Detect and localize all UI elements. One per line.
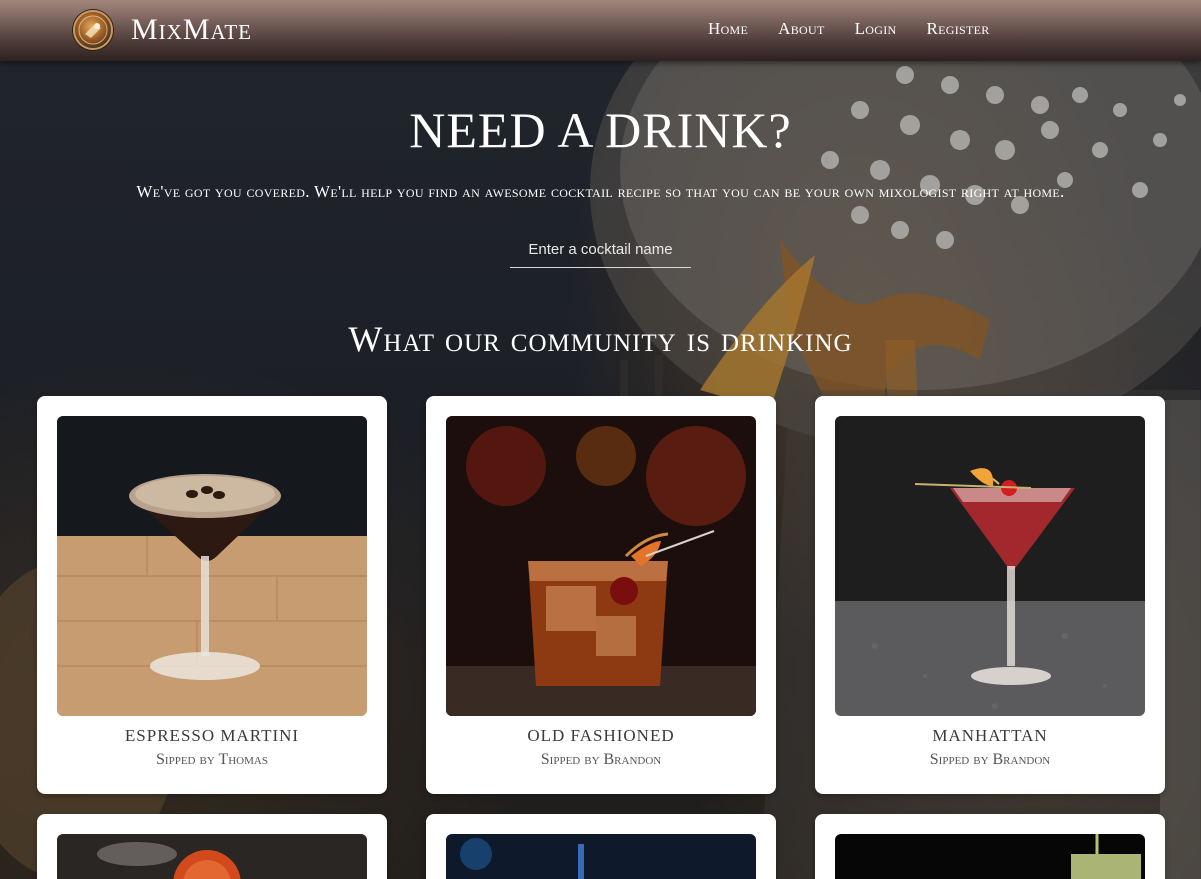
cocktail-card[interactable] (815, 814, 1165, 879)
navbar: MixMate Home About Login Register (0, 0, 1201, 61)
nav-about-link[interactable]: About (778, 19, 824, 39)
brand-name: MixMate (131, 13, 253, 46)
cocktail-card[interactable] (426, 814, 776, 879)
cocktail-photo (835, 834, 1145, 879)
cocktail-photo (446, 834, 756, 879)
cocktail-card-manhattan[interactable]: MANHATTAN Sipped by Brandon (815, 396, 1165, 794)
nav-register-link[interactable]: Register (927, 19, 990, 39)
nav-login-link[interactable]: Login (855, 19, 897, 39)
cocktail-logo-icon (73, 10, 113, 50)
nav-links: Home About Login Register (708, 19, 1020, 39)
cocktail-name: OLD FASHIONED (527, 726, 675, 745)
brand[interactable]: MixMate (73, 10, 252, 50)
espresso-martini-photo (57, 416, 367, 716)
cocktail-sipped-by: Sipped by Brandon (929, 751, 1051, 768)
community-section-title: What our community is drinking (348, 319, 853, 359)
cocktail-sipped-by: Sipped by Brandon (540, 751, 662, 768)
cocktail-card-espresso-martini[interactable]: ESPRESSO MARTINI Sipped by Thomas (37, 396, 387, 794)
cocktail-name: ESPRESSO MARTINI (124, 726, 300, 745)
nav-home-link[interactable]: Home (708, 19, 748, 39)
cocktail-card-old-fashioned[interactable]: OLD FASHIONED Sipped by Brandon (426, 396, 776, 794)
cocktail-sipped-by: Sipped by Thomas (156, 751, 268, 768)
hero-title: NEED A DRINK? (409, 102, 792, 158)
cocktail-photo (57, 834, 367, 879)
hero-section: NEED A DRINK? We've got you covered. We'… (0, 100, 1201, 360)
old-fashioned-photo (446, 416, 756, 716)
cocktail-search-input[interactable] (510, 232, 691, 268)
hero-subtitle: We've got you covered. We'll help you fi… (136, 182, 1065, 201)
manhattan-photo (835, 416, 1145, 716)
cocktail-card[interactable] (37, 814, 387, 879)
cocktail-name: MANHATTAN (932, 726, 1048, 745)
